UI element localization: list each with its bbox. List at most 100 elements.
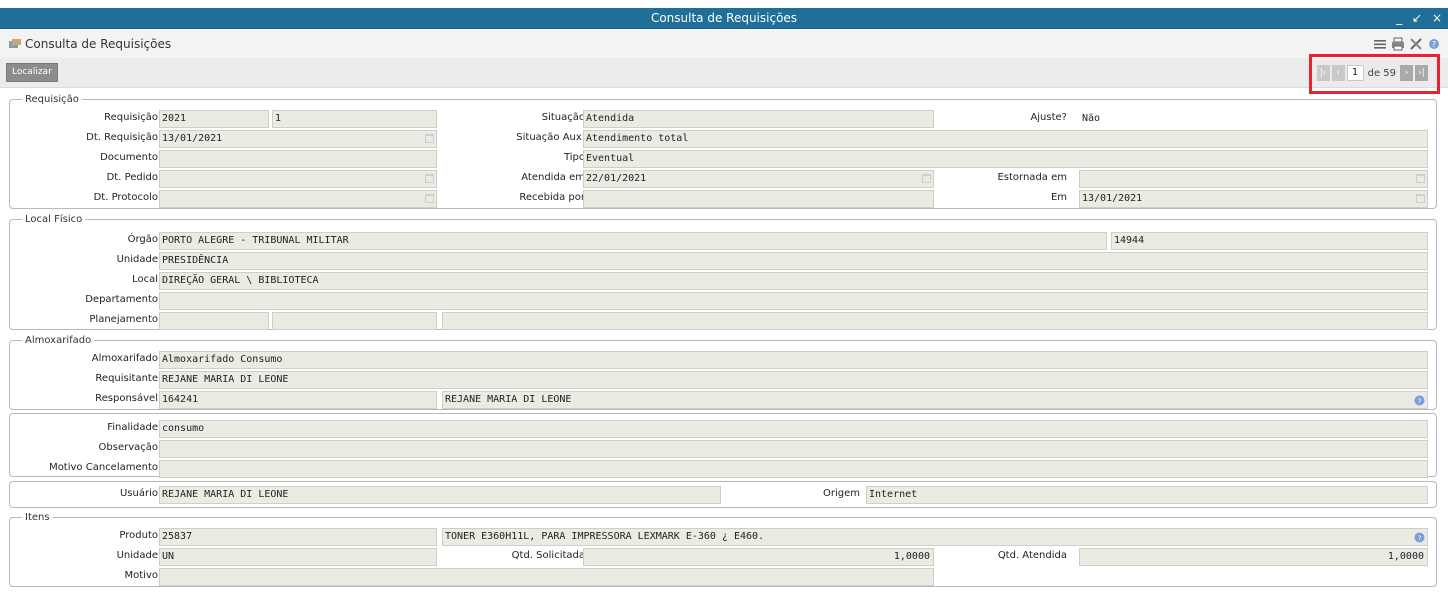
recebida-por-label: Recebida por xyxy=(519,192,585,203)
dt-pedido-field[interactable] xyxy=(159,170,437,188)
produto-code-field[interactable]: 25837 xyxy=(159,528,437,546)
qtd-atendida-field[interactable]: 1,0000 xyxy=(1079,548,1428,566)
local-field[interactable]: DIREÇÃO GERAL \ BIBLIOTECA xyxy=(159,272,1428,290)
restore-icon[interactable]: ↙ xyxy=(1412,8,1422,28)
dt-pedido-label: Dt. Pedido xyxy=(106,172,158,183)
atendida-em-label: Atendida em xyxy=(521,172,585,183)
almoxarifado-legend: Almoxarifado xyxy=(22,335,95,346)
dt-requisicao-field[interactable]: 13/01/2021 xyxy=(159,130,437,148)
ajuste-value: Não xyxy=(1082,113,1101,124)
tipo-label: Tipo xyxy=(563,152,585,163)
pager-highlight-box xyxy=(1309,54,1440,94)
svg-text:?: ? xyxy=(1418,534,1422,542)
situacao-label: Situação xyxy=(541,112,585,123)
finalidade-label: Finalidade xyxy=(107,422,158,433)
calendar-icon[interactable] xyxy=(1416,174,1425,183)
em-field[interactable]: 13/01/2021 xyxy=(1079,190,1428,208)
help-icon[interactable]: ? xyxy=(1426,36,1442,52)
orgao-code-field[interactable]: 14944 xyxy=(1111,232,1428,250)
window-titlebar: Consulta de Requisições _ ↙ × xyxy=(0,8,1448,29)
header-tools: ? xyxy=(1372,36,1442,52)
app-header: Consulta de Requisições ? xyxy=(0,30,1448,58)
atendida-em-value: 22/01/2021 xyxy=(586,173,647,184)
minimize-icon[interactable]: _ xyxy=(1396,8,1402,28)
responsavel-label: Responsável xyxy=(95,393,158,404)
requisicao-legend: Requisição xyxy=(22,94,82,105)
almoxarifado-section: Almoxarifado Almoxarifado Almoxarifado C… xyxy=(9,335,1437,410)
motivo-cancelamento-label: Motivo Cancelamento xyxy=(49,462,158,473)
estornada-em-field[interactable] xyxy=(1079,170,1428,188)
calendar-icon[interactable] xyxy=(425,194,434,203)
planejamento-field-3[interactable] xyxy=(442,312,1428,330)
produto-desc-value: TONER E360H11L, PARA IMPRESSORA LEXMARK … xyxy=(445,531,765,542)
usuario-label: Usuário xyxy=(119,488,158,499)
observacao-label: Observação xyxy=(98,442,158,453)
calendar-icon[interactable] xyxy=(425,174,434,183)
situacao-field[interactable]: Atendida xyxy=(583,110,934,128)
itens-section: Itens Produto 25837 TONER E360H11L, PARA… xyxy=(9,512,1437,587)
close-icon[interactable]: × xyxy=(1432,8,1442,28)
localizar-button[interactable]: Localizar xyxy=(6,63,58,82)
lookup-icon[interactable]: ? xyxy=(1414,395,1425,406)
origem-field[interactable]: Internet xyxy=(866,486,1428,504)
qtd-solicitada-field[interactable]: 1,0000 xyxy=(583,548,934,566)
calendar-icon[interactable] xyxy=(922,174,931,183)
dt-protocolo-label: Dt. Protocolo xyxy=(93,192,158,203)
calendar-icon[interactable] xyxy=(1416,194,1425,203)
motivo-cancelamento-field[interactable] xyxy=(159,460,1428,478)
local-fisico-legend: Local Físico xyxy=(22,214,86,225)
responsavel-code-field[interactable]: 164241 xyxy=(159,391,437,409)
almoxarifado-label: Almoxarifado xyxy=(91,353,158,364)
requisicao-label: Requisição xyxy=(104,112,158,123)
unidade-field[interactable]: PRESIDÊNCIA xyxy=(159,252,1428,270)
observacao-field[interactable] xyxy=(159,440,1428,458)
produto-desc-field[interactable]: TONER E360H11L, PARA IMPRESSORA LEXMARK … xyxy=(442,528,1428,546)
tools-icon[interactable] xyxy=(1408,36,1424,52)
dt-protocolo-field[interactable] xyxy=(159,190,437,208)
item-unidade-field[interactable]: UN xyxy=(159,548,437,566)
planejamento-field-1[interactable] xyxy=(159,312,269,330)
svg-text:?: ? xyxy=(1432,40,1436,49)
print-icon[interactable] xyxy=(1390,36,1406,52)
calendar-icon[interactable] xyxy=(425,134,434,143)
departamento-field[interactable] xyxy=(159,292,1428,310)
qtd-atendida-label: Qtd. Atendida xyxy=(997,550,1067,561)
window-title: Consulta de Requisições xyxy=(650,11,798,25)
documento-field[interactable] xyxy=(159,150,437,168)
finalidade-field[interactable]: consumo xyxy=(159,420,1428,438)
recebida-por-field[interactable] xyxy=(583,190,934,208)
responsavel-name-field[interactable]: REJANE MARIA DI LEONE ? xyxy=(442,391,1428,409)
local-label: Local xyxy=(132,274,158,285)
produto-label: Produto xyxy=(119,530,158,541)
atendida-em-field[interactable]: 22/01/2021 xyxy=(583,170,934,188)
situacao-aux-label: Situação Aux. xyxy=(516,132,585,143)
item-motivo-field[interactable] xyxy=(159,568,934,586)
window-controls: _ ↙ × xyxy=(1390,8,1442,29)
situacao-aux-field[interactable]: Atendimento total xyxy=(583,130,1428,148)
usuario-field[interactable]: REJANE MARIA DI LEONE xyxy=(159,486,721,504)
requisicao-num-field[interactable]: 1 xyxy=(272,110,437,128)
almoxarifado-field[interactable]: Almoxarifado Consumo xyxy=(159,351,1428,369)
qtd-solicitada-label: Qtd. Solicitada xyxy=(511,550,585,561)
item-motivo-label: Motivo xyxy=(124,570,158,581)
usuario-section: Usuário REJANE MARIA DI LEONE Origem Int… xyxy=(9,481,1437,508)
orgao-field[interactable]: PORTO ALEGRE - TRIBUNAL MILITAR xyxy=(159,232,1107,250)
planejamento-field-2[interactable] xyxy=(272,312,437,330)
dt-requisicao-value: 13/01/2021 xyxy=(162,133,223,144)
orgao-label: Órgão xyxy=(127,234,158,245)
svg-text:?: ? xyxy=(1418,397,1422,405)
app-icon xyxy=(9,39,21,48)
finalidade-section: Finalidade consumo Observação Motivo Can… xyxy=(9,413,1437,478)
toolbar: Localizar |‹ ‹ 1 de 59 › ›| xyxy=(0,58,1448,88)
em-label: Em xyxy=(1050,192,1067,203)
responsavel-name-value: REJANE MARIA DI LEONE xyxy=(445,394,572,405)
menu-icon[interactable] xyxy=(1372,36,1388,52)
item-unidade-label: Unidade xyxy=(116,550,158,561)
lookup-icon[interactable]: ? xyxy=(1414,532,1425,543)
departamento-label: Departamento xyxy=(85,294,158,305)
ajuste-label: Ajuste? xyxy=(1030,112,1067,123)
requisitante-field[interactable]: REJANE MARIA DI LEONE xyxy=(159,371,1428,389)
estornada-em-label: Estornada em xyxy=(997,172,1067,183)
tipo-field[interactable]: Eventual xyxy=(583,150,1428,168)
requisicao-ano-field[interactable]: 2021 xyxy=(159,110,269,128)
